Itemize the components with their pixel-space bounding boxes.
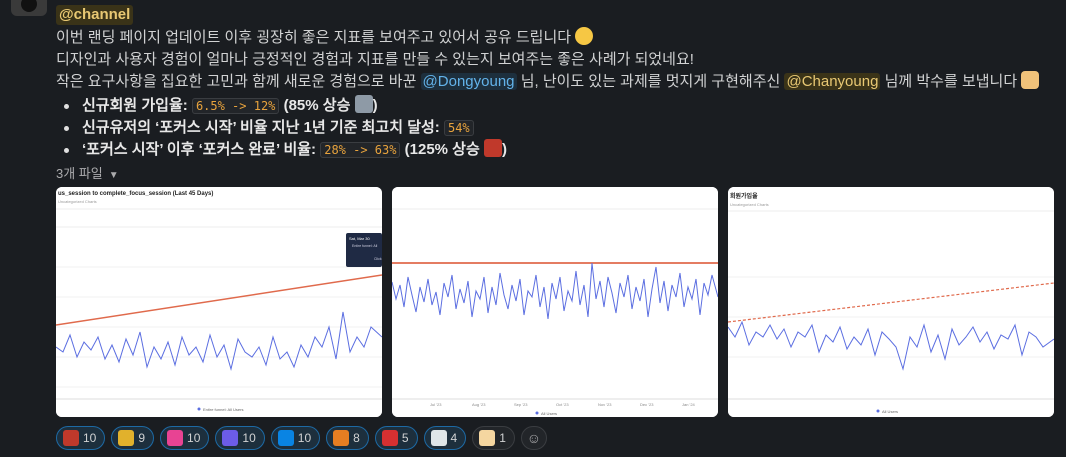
user-mention-dongyoung[interactable]: @Dongyoung bbox=[420, 73, 517, 90]
reaction-count: 10 bbox=[242, 431, 256, 445]
fire-100-icon bbox=[333, 430, 350, 446]
user-mention-chanyoung[interactable]: @Chanyoung bbox=[784, 73, 881, 90]
message-line-3b: 님, 난이도 있는 과제를 멋지게 구현해주신 bbox=[520, 73, 781, 90]
reaction-count: 10 bbox=[187, 431, 201, 445]
custom-text-2-icon bbox=[277, 430, 294, 446]
metric-item-signup: 신규회원 가입율: 6.5% -> 12% (85% 상승 ) bbox=[56, 95, 1056, 117]
heart-icon bbox=[167, 430, 184, 446]
reaction-custom-text-1[interactable]: 10 bbox=[215, 426, 265, 450]
chart-legend: All Users bbox=[882, 409, 898, 414]
svg-text:Uncategorized Charts: Uncategorized Charts bbox=[730, 202, 769, 207]
metric-item-focus-start: 신규유저의 ‘포커스 시작’ 비율 지난 1년 기준 최고치 달성: 54% bbox=[56, 117, 1056, 139]
file-thumbnail-1[interactable]: us_session to complete_focus_session (La… bbox=[56, 187, 382, 417]
chart-legend: Entire funnel: All Users bbox=[203, 407, 243, 412]
reaction-soccer[interactable]: 4 bbox=[423, 426, 467, 450]
rocket-emoji-icon bbox=[354, 95, 373, 113]
files-toggle[interactable]: 3개 파일 ▼ bbox=[56, 163, 119, 182]
reaction-count: 10 bbox=[297, 431, 312, 445]
message-body: @channel 이번 랜딩 페이지 업데이트 이후 굉장히 좋은 지표를 보여… bbox=[56, 4, 1056, 161]
file-thumbnail-3[interactable]: 회원가입율 Uncategorized Charts All Users bbox=[728, 187, 1054, 417]
reaction-count: 9 bbox=[138, 431, 146, 445]
file-thumbnail-2[interactable]: Jul '23 Aug '23 Sep '23 Oct '23 Nov '23 … bbox=[392, 187, 718, 417]
reaction-heart[interactable]: 10 bbox=[160, 426, 210, 450]
metric-item-focus-complete: ‘포커스 시작’ 이후 ‘포커스 완료’ 비율: 28% -> 63% (125… bbox=[56, 139, 1056, 161]
reaction-dragon[interactable]: 10 bbox=[56, 426, 106, 450]
raised-hands-icon bbox=[479, 430, 496, 446]
reaction-custom-text-2[interactable]: 10 bbox=[270, 426, 321, 450]
soccer-icon bbox=[430, 430, 447, 446]
message-line-3c: 님께 박수를 보냅니다 bbox=[884, 73, 1018, 90]
dragon-emoji-icon bbox=[483, 139, 502, 157]
reaction-count: 4 bbox=[450, 431, 458, 445]
svg-text:Entire funnel: All: Entire funnel: All bbox=[352, 244, 378, 248]
svg-text:Nov '23: Nov '23 bbox=[598, 402, 612, 407]
reaction-tomato[interactable]: 5 bbox=[374, 426, 418, 450]
clap-emoji-icon bbox=[1021, 71, 1040, 89]
svg-text:Jan '24: Jan '24 bbox=[682, 402, 696, 407]
chart-legend: All Users bbox=[541, 411, 557, 416]
metrics-list: 신규회원 가입율: 6.5% -> 12% (85% 상승 ) 신규유저의 ‘포… bbox=[56, 95, 1056, 161]
svg-text:Uncategorized Charts: Uncategorized Charts bbox=[58, 199, 97, 204]
reaction-count: 5 bbox=[401, 431, 409, 445]
reaction-count: 10 bbox=[83, 431, 97, 445]
reaction-crown-cat[interactable]: 9 bbox=[111, 426, 155, 450]
svg-text:Dec '23: Dec '23 bbox=[640, 402, 654, 407]
dragon-icon bbox=[63, 430, 79, 446]
reaction-count: 1 bbox=[499, 431, 506, 445]
reaction-fire-100[interactable]: 8 bbox=[326, 426, 369, 450]
custom-text-1-icon bbox=[222, 430, 239, 446]
svg-text:Aug '23: Aug '23 bbox=[472, 402, 486, 407]
reactions-bar: 10 9 10 10 10 8 5 4 1 ☺ bbox=[56, 426, 547, 450]
svg-text:Oct '23: Oct '23 bbox=[556, 402, 569, 407]
tomato-icon bbox=[381, 430, 398, 446]
reaction-raised-hands[interactable]: 1 bbox=[472, 426, 515, 450]
svg-text:Click: Click bbox=[374, 257, 382, 261]
chart-title: us_session to complete_focus_session (La… bbox=[58, 191, 213, 197]
add-reaction-button[interactable]: ☺ bbox=[520, 426, 547, 450]
message-line-2: 디자인과 사용자 경험이 얼마나 긍정적인 경험과 지표를 만들 수 있는지 보… bbox=[56, 51, 694, 68]
chevron-down-icon: ▼ bbox=[108, 170, 119, 181]
svg-text:Sat, Mar 30: Sat, Mar 30 bbox=[349, 236, 370, 241]
channel-mention[interactable]: @channel bbox=[56, 5, 134, 25]
reaction-count: 8 bbox=[353, 431, 360, 445]
svg-text:Sep '23: Sep '23 bbox=[514, 402, 528, 407]
chart-title: 회원가입율 bbox=[730, 192, 758, 200]
crown-cat-icon bbox=[118, 430, 135, 446]
message-line-3a: 작은 요구사항을 집요한 고민과 함께 새로운 경험으로 바꾼 bbox=[56, 73, 417, 90]
smile-emoji-icon bbox=[575, 27, 594, 45]
svg-text:Jul '23: Jul '23 bbox=[430, 402, 442, 407]
message-line-1: 이번 랜딩 페이지 업데이트 이후 굉장히 좋은 지표를 보여주고 있어서 공유… bbox=[56, 29, 572, 46]
avatar[interactable] bbox=[11, 0, 47, 16]
